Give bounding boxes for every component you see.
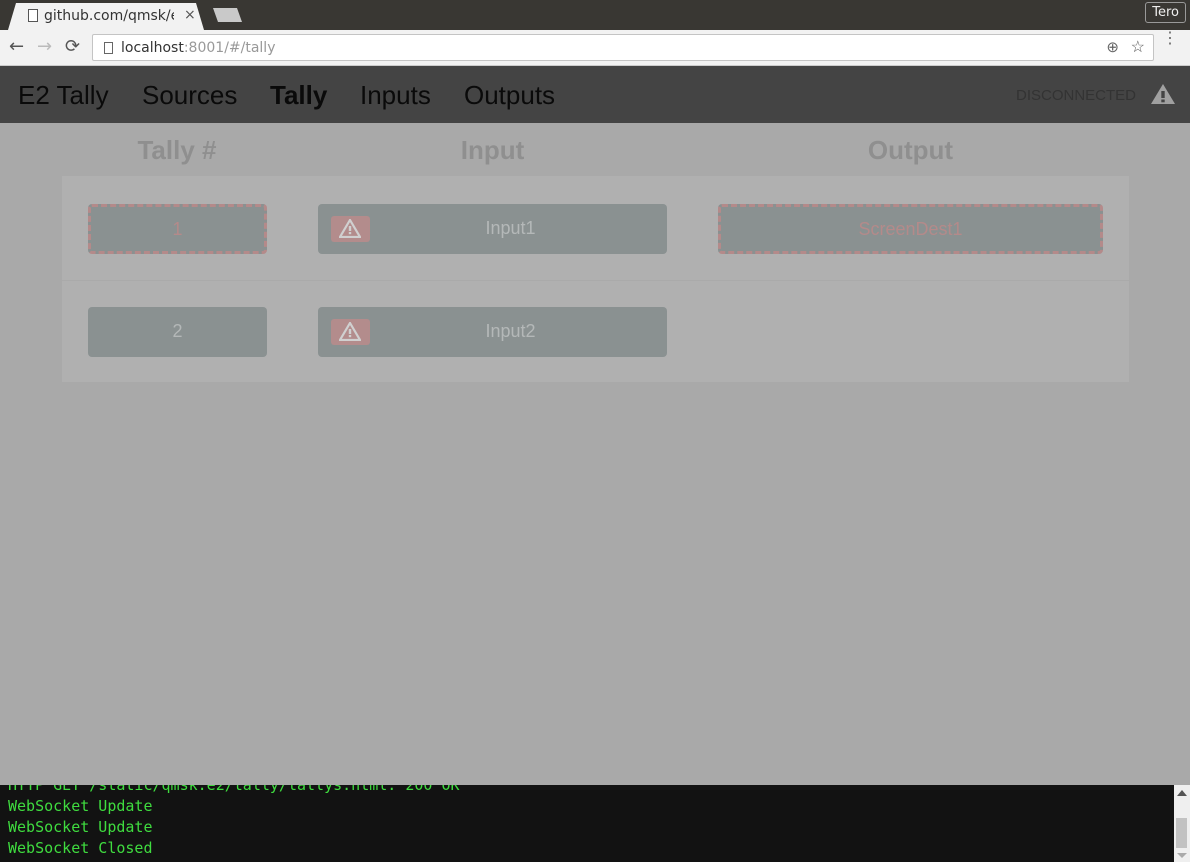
url-text[interactable]: localhost:8001/#/tally (121, 40, 276, 56)
zoom-icon[interactable]: ⊕ (1106, 38, 1119, 56)
warning-icon (339, 219, 361, 238)
profile-button[interactable]: Tero (1145, 2, 1186, 23)
forward-arrow-icon[interactable]: → (37, 36, 52, 57)
row-divider (62, 280, 1129, 281)
url-path: :8001/#/tally (183, 40, 276, 56)
nav-tally[interactable]: Tally (270, 80, 327, 111)
tally-table: 1 Input1 ScreenDest1 2 Input2 (62, 176, 1129, 382)
nav-inputs[interactable]: Inputs (360, 80, 431, 111)
nav-outputs[interactable]: Outputs (464, 80, 555, 111)
browser-tab[interactable]: github.com/qmsk/e2 × (8, 3, 204, 30)
scroll-down-arrow-icon[interactable] (1177, 853, 1187, 858)
tally-button[interactable]: 1 (88, 204, 267, 254)
terminal-line: HTTP GET /static/qmsk.e2/tally/tallys.ht… (8, 785, 460, 794)
url-host: localhost (121, 40, 184, 56)
close-icon[interactable]: × (184, 7, 196, 23)
address-bar[interactable]: localhost:8001/#/tally ⊕ ☆ (92, 34, 1154, 61)
header-input: Input (460, 135, 525, 165)
scroll-up-arrow-icon[interactable] (1177, 790, 1187, 796)
nav-brand[interactable]: E2 Tally (18, 80, 109, 111)
menu-kebab-icon[interactable]: ⋮ (1162, 31, 1178, 47)
page-icon (104, 42, 113, 54)
scroll-thumb[interactable] (1176, 818, 1187, 848)
terminal-line: WebSocket Update (8, 818, 153, 836)
terminal-scrollbar[interactable] (1174, 785, 1190, 862)
bookmark-star-icon[interactable]: ☆ (1131, 37, 1145, 57)
page-icon (28, 9, 38, 22)
header-tally: Tally # (137, 135, 217, 165)
output-button[interactable]: ScreenDest1 (718, 204, 1103, 254)
input-warning-badge (331, 216, 370, 242)
new-tab-button[interactable] (213, 8, 242, 22)
tab-title: github.com/qmsk/e2 (44, 8, 174, 24)
input-label: Input1 (485, 218, 536, 238)
input-button[interactable]: Input1 (318, 204, 667, 254)
connection-status: DISCONNECTED (1016, 87, 1137, 104)
terminal-output: HTTP GET /static/qmsk.e2/tally/tallys.ht… (0, 785, 1174, 862)
tally-page: Tally # Input Output 1 Input1 ScreenDest… (0, 123, 1190, 785)
input-warning-badge (331, 319, 370, 345)
input-button[interactable]: Input2 (318, 307, 667, 357)
reload-icon[interactable]: ⟳ (65, 36, 80, 57)
warning-icon (339, 322, 361, 341)
browser-tabstrip: github.com/qmsk/e2 × Tero (0, 0, 1190, 30)
input-label: Input2 (485, 321, 536, 341)
nav-sources[interactable]: Sources (142, 80, 237, 111)
warning-icon (1151, 84, 1175, 104)
browser-toolbar: ← → ⟳ localhost:8001/#/tally ⊕ ☆ ⋮ (0, 30, 1190, 66)
back-arrow-icon[interactable]: ← (9, 36, 24, 57)
tally-button[interactable]: 2 (88, 307, 267, 357)
app-navbar: E2 Tally Sources Tally Inputs Outputs DI… (0, 66, 1190, 123)
terminal-line: WebSocket Closed (8, 839, 153, 857)
terminal-line: WebSocket Update (8, 797, 153, 815)
header-output: Output (867, 135, 954, 165)
